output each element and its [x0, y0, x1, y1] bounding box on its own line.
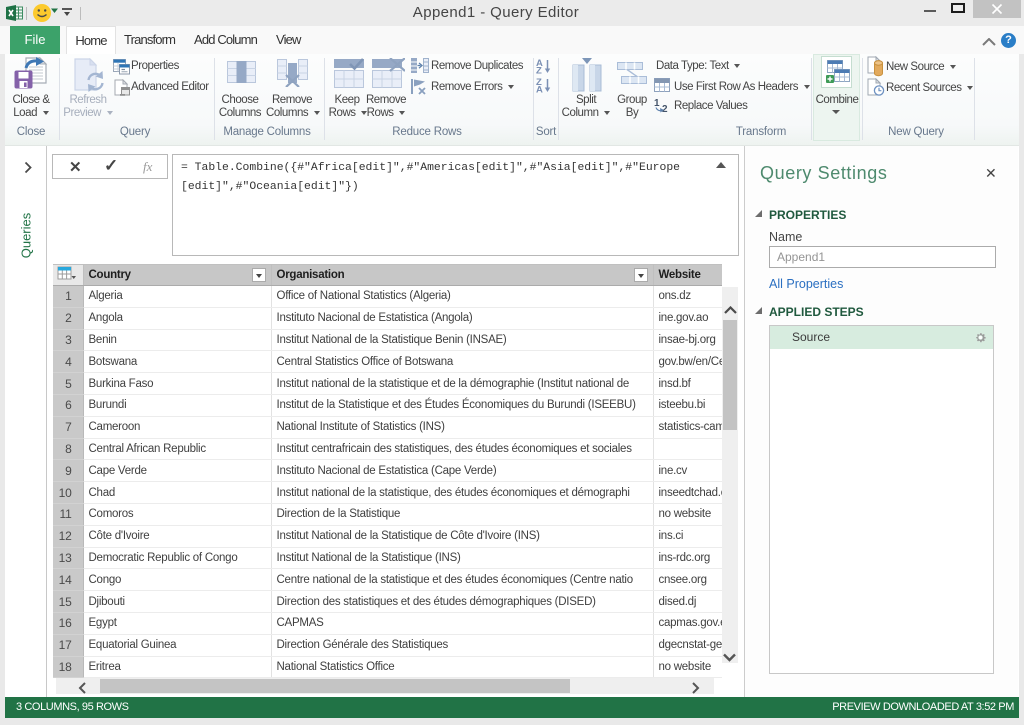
- svg-text:2: 2: [662, 104, 668, 113]
- svg-text:A: A: [536, 85, 543, 94]
- svg-text:Z: Z: [536, 66, 542, 75]
- svg-text:1: 1: [654, 98, 660, 109]
